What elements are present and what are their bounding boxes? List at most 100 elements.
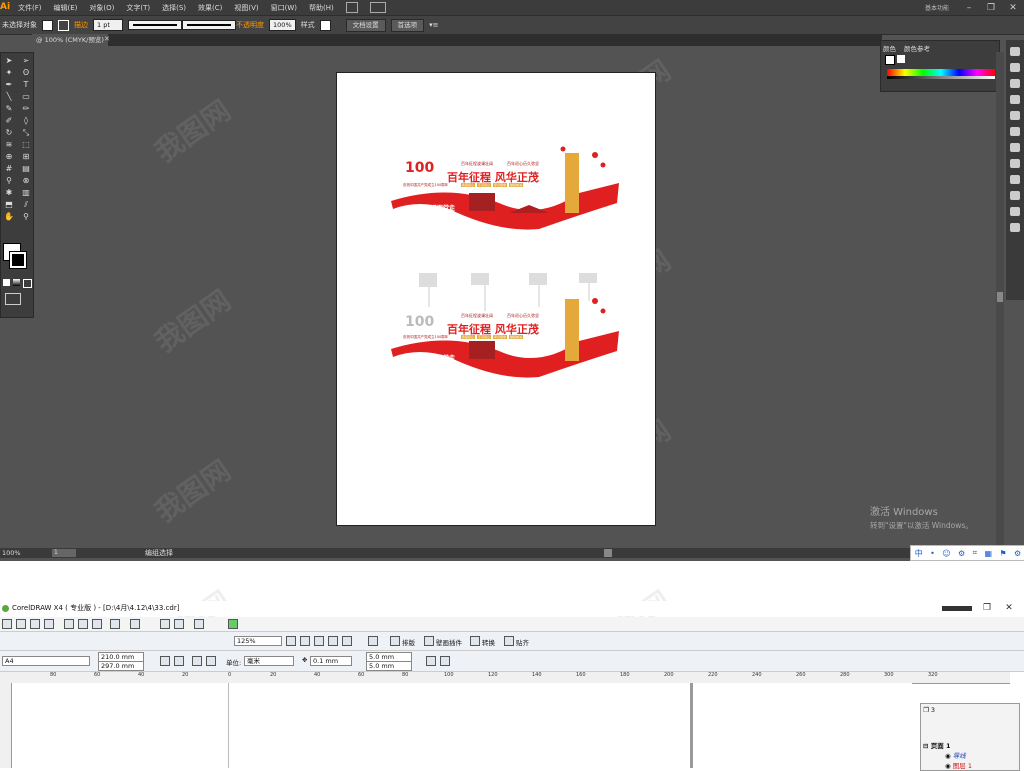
open-icon[interactable]: [16, 619, 26, 629]
convert-icon[interactable]: [470, 636, 480, 646]
minimize-icon[interactable]: [942, 606, 972, 611]
zoom-selected-icon[interactable]: [314, 636, 324, 646]
ime-punct-icon[interactable]: •: [930, 549, 935, 558]
toolbar-button-mural[interactable]: 壁画插件: [436, 637, 462, 647]
wall-design-1[interactable]: [389, 143, 619, 233]
copy-icon[interactable]: [78, 619, 88, 629]
menu-effect[interactable]: 效果(C): [198, 3, 222, 13]
none-swatch[interactable]: [885, 55, 895, 65]
brush-preview[interactable]: [182, 20, 237, 30]
arrange-documents-icon[interactable]: [369, 2, 386, 13]
current-page-icon[interactable]: [206, 656, 216, 666]
close-icon[interactable]: ✕: [998, 601, 1020, 616]
zoom-page-icon[interactable]: [342, 636, 352, 646]
opacity-label[interactable]: 不透明度: [236, 20, 264, 30]
rectangle-tool-icon[interactable]: ▭: [20, 92, 32, 101]
menu-view[interactable]: 视图(V): [234, 3, 258, 13]
dock-panel-icon[interactable]: [1010, 127, 1020, 136]
shape-builder-tool-icon[interactable]: ⊕: [3, 152, 15, 161]
ime-tools-icon[interactable]: ⚙: [1014, 549, 1021, 558]
dock-panel-icon[interactable]: [1010, 159, 1020, 168]
vertical-scrollbar[interactable]: [996, 52, 1004, 548]
free-transform-tool-icon[interactable]: ⬚: [20, 140, 32, 149]
menu-edit[interactable]: 编辑(E): [54, 3, 78, 13]
dock-panel-icon[interactable]: [1010, 95, 1020, 104]
direct-selection-tool-icon[interactable]: ➢: [20, 56, 32, 65]
screen-mode-icon[interactable]: [5, 293, 21, 305]
horizontal-scroll-thumb[interactable]: [604, 549, 612, 557]
layer-guides[interactable]: ◉ 导线: [945, 750, 966, 760]
workspace-switcher[interactable]: 基本功能: [925, 3, 949, 12]
color-spectrum[interactable]: [887, 69, 995, 79]
unit-select[interactable]: 毫米: [244, 656, 294, 666]
panel-menu-icon[interactable]: ▾≡: [429, 21, 438, 29]
none-mode-icon[interactable]: [23, 279, 32, 288]
menu-type[interactable]: 文字(T): [126, 3, 150, 13]
mesh-tool-icon[interactable]: #: [3, 164, 15, 173]
dock-panel-icon[interactable]: [1010, 63, 1020, 72]
gradient-mode-icon[interactable]: [13, 279, 20, 286]
document-tab[interactable]: @ 100% (CMYK/预览): [32, 34, 108, 46]
slice-tool-icon[interactable]: ⫽: [20, 200, 32, 209]
ime-emoji-icon[interactable]: ☺: [942, 549, 950, 558]
artboard-tool-icon[interactable]: ⬒: [3, 200, 15, 209]
pencil-tool-icon[interactable]: ✏: [20, 104, 32, 113]
column-graph-tool-icon[interactable]: ▥: [20, 188, 32, 197]
symbol-sprayer-tool-icon[interactable]: ✱: [3, 188, 15, 197]
page-height-field[interactable]: 297.0 mm: [98, 661, 144, 671]
corel-drawing-canvas[interactable]: [12, 683, 912, 768]
tab-color-guide[interactable]: 颜色参考: [904, 43, 930, 53]
eyedropper-tool-icon[interactable]: ⚲: [3, 176, 15, 185]
print-icon[interactable]: [44, 619, 54, 629]
units-icon[interactable]: [426, 656, 436, 666]
all-pages-icon[interactable]: [192, 656, 202, 666]
snap-icon[interactable]: [504, 636, 514, 646]
new-icon[interactable]: [2, 619, 12, 629]
ime-skin-icon[interactable]: ▦: [984, 549, 992, 558]
menu-file[interactable]: 文件(F): [18, 3, 42, 13]
stroke-swatch[interactable]: [58, 19, 69, 31]
dock-panel-icon[interactable]: [1010, 111, 1020, 120]
page-field[interactable]: 1: [52, 549, 76, 557]
hand-tool-icon[interactable]: ✋: [3, 212, 15, 221]
mural-plugin-icon[interactable]: [424, 636, 434, 646]
page-node[interactable]: ⊟ 页面 1: [923, 740, 951, 750]
stroke-weight-field[interactable]: 1 pt: [93, 19, 123, 31]
stroke-label[interactable]: 描边: [74, 20, 88, 30]
dock-panel-icon[interactable]: [1010, 175, 1020, 184]
import-icon[interactable]: [160, 619, 170, 629]
menu-select[interactable]: 选择(S): [162, 3, 186, 13]
undo-icon[interactable]: [110, 619, 120, 629]
eye-icon[interactable]: ◉: [945, 752, 951, 760]
menu-window[interactable]: 窗口(W): [271, 3, 297, 13]
perspective-grid-tool-icon[interactable]: ⊞: [20, 152, 32, 161]
tab-close-icon[interactable]: ✕: [104, 35, 110, 43]
gradient-tool-icon[interactable]: ▤: [20, 164, 32, 173]
ime-lang[interactable]: 中: [915, 548, 923, 559]
scroll-thumb[interactable]: [997, 292, 1003, 302]
pages-icon[interactable]: ❐ 3: [923, 706, 935, 714]
ime-settings-icon[interactable]: ⚙: [958, 549, 965, 558]
dock-panel-icon[interactable]: [1010, 207, 1020, 216]
zoom-level-select[interactable]: 125%: [234, 636, 282, 646]
menu-help[interactable]: 帮助(H): [309, 3, 334, 13]
dock-panel-icon[interactable]: [1010, 223, 1020, 232]
close-icon[interactable]: ✕: [1002, 3, 1024, 13]
artboard[interactable]: 100 百年征程 风华正茂 百年征程波澜壮阔 百年初心历久弥坚 庆祝中国共产党成…: [336, 72, 656, 526]
zoom-field[interactable]: 100%: [2, 548, 21, 558]
zoom-tool-icon[interactable]: ⚲: [20, 212, 32, 221]
color-mode-icon[interactable]: [3, 279, 10, 286]
toolbar-button-convert[interactable]: 转换: [482, 637, 495, 647]
dock-panel-icon[interactable]: [1010, 191, 1020, 200]
eraser-tool-icon[interactable]: ◊: [20, 116, 32, 125]
toolbar-button-imposition[interactable]: 排版: [402, 637, 415, 647]
redo-icon[interactable]: [130, 619, 140, 629]
welcome-icon[interactable]: [228, 619, 238, 629]
zoom-width-icon[interactable]: [368, 636, 378, 646]
layer-1[interactable]: ◉ 图层 1: [945, 760, 972, 770]
menu-object[interactable]: 对象(O): [89, 3, 114, 13]
vertical-ruler[interactable]: [0, 683, 12, 768]
pen-tool-icon[interactable]: ✒: [3, 80, 15, 89]
stroke-color-box[interactable]: [9, 251, 27, 269]
nudge-distance-field[interactable]: 0.1 mm: [310, 656, 352, 666]
